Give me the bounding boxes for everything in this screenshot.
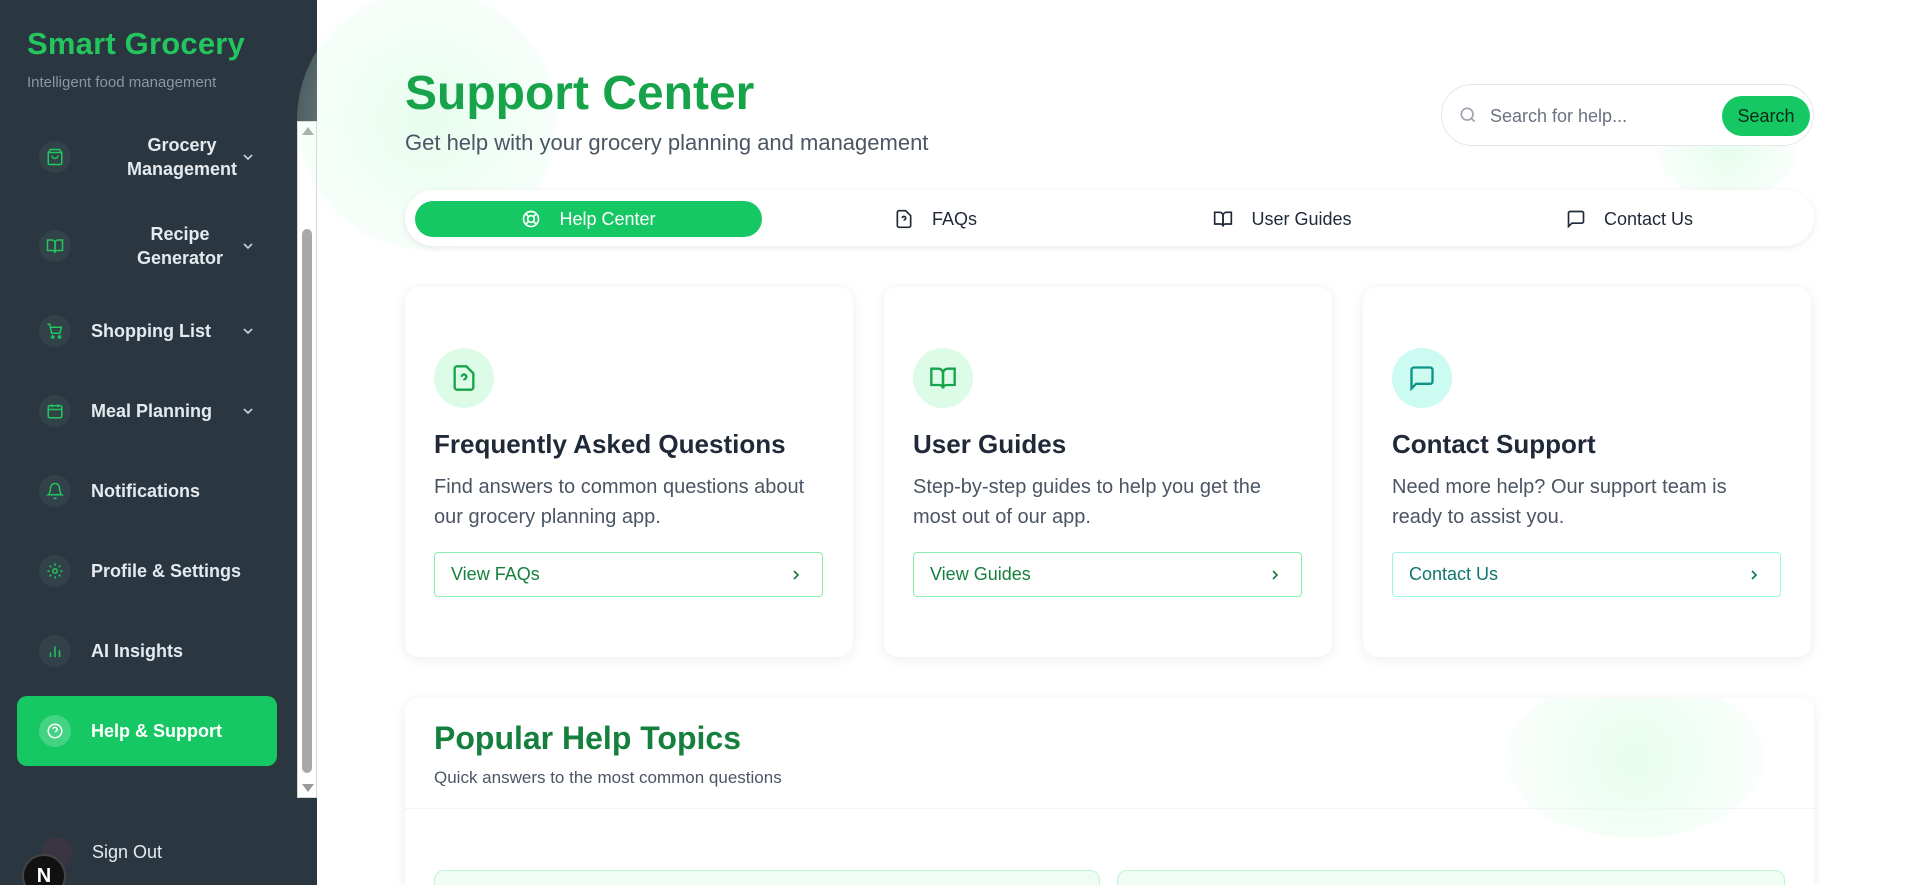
tab-label: Contact Us [1603, 208, 1694, 229]
sidebar-item-notifications[interactable]: Notifications [17, 456, 277, 526]
card-user-guides: User Guides Step-by-step guides to help … [884, 287, 1332, 657]
popular-help-topics: Popular Help Topics Quick answers to the… [405, 698, 1814, 885]
tab-label: Help Center [559, 208, 656, 229]
chevron-right-icon [788, 567, 804, 588]
page-subtitle: Get help with your grocery planning and … [405, 130, 929, 155]
main-content: Support Center Get help with your grocer… [297, 0, 1912, 885]
chevron-down-icon [240, 149, 256, 170]
sidebar-item-label: Help & Support [91, 721, 222, 741]
view-faqs-button[interactable]: View FAQs [434, 552, 823, 597]
chevron-down-icon [240, 403, 256, 424]
bell-icon [39, 475, 71, 507]
background-glow [1505, 698, 1765, 838]
sidebar-item-label: Shopping List [91, 321, 211, 341]
scroll-down-arrow-icon[interactable] [302, 784, 314, 792]
sidebar: Smart Grocery Intelligent food managemen… [0, 0, 317, 885]
tab-faqs[interactable]: FAQs [762, 201, 1109, 237]
sidebar-item-label: Grocery Management [126, 135, 238, 179]
sidebar-item-label: Meal Planning [91, 401, 213, 421]
help-circle-icon [39, 715, 71, 747]
sidebar-item-label: AI Insights [91, 641, 184, 661]
divider [405, 808, 1814, 809]
gear-icon [39, 555, 71, 587]
sidebar-item-profile-settings[interactable]: Profile & Settings [17, 536, 277, 606]
sidebar-item-grocery-management[interactable]: Grocery Management [17, 122, 277, 192]
scrollbar-thumb[interactable] [302, 229, 312, 773]
search-button[interactable]: Search [1722, 96, 1810, 136]
card-title: Contact Support [1392, 429, 1596, 459]
chevron-right-icon [1746, 567, 1762, 588]
shopping-bag-icon [39, 141, 71, 173]
brand-subtitle: Intelligent food management [27, 74, 217, 91]
sidebar-item-recipe-generator[interactable]: Recipe Generator [17, 211, 277, 281]
sidebar-item-label: Notifications [91, 481, 201, 501]
card-title: Frequently Asked Questions [434, 429, 786, 459]
button-label: View FAQs [451, 564, 540, 584]
card-description: Find answers to common questions about o… [434, 476, 805, 528]
lifebuoy-icon [523, 210, 540, 228]
chevron-right-icon [1267, 567, 1283, 588]
file-question-icon [434, 348, 494, 408]
sidebar-item-label: Profile & Settings [91, 561, 242, 581]
tab-label: User Guides [1251, 208, 1352, 229]
sidebar-nav: Grocery Management Recipe Generator Shop… [0, 121, 317, 798]
topic-card[interactable] [434, 870, 1100, 885]
book-open-icon [39, 230, 71, 262]
section-subtitle: Quick answers to the most common questio… [434, 768, 782, 787]
topic-card[interactable] [1117, 870, 1785, 885]
button-label: Contact Us [1409, 564, 1499, 584]
file-question-icon [896, 209, 912, 229]
sidebar-item-shopping-list[interactable]: Shopping List [17, 296, 277, 366]
book-open-icon [1214, 211, 1233, 227]
search-bar: Search [1441, 84, 1814, 146]
tab-contact-us[interactable]: Contact Us [1456, 201, 1803, 237]
sidebar-item-help-support[interactable]: Help & Support [17, 696, 277, 766]
card-contact-support: Contact Support Need more help? Our supp… [1363, 287, 1811, 657]
chevron-down-icon [240, 238, 256, 259]
cart-icon [39, 315, 71, 347]
chevron-down-icon [240, 323, 256, 344]
bar-chart-icon [39, 635, 71, 667]
tab-help-center[interactable]: Help Center [415, 201, 762, 237]
sidebar-scrollbar[interactable] [297, 121, 317, 798]
card-faqs: Frequently Asked Questions Find answers … [405, 287, 853, 657]
sidebar-item-meal-planning[interactable]: Meal Planning [17, 376, 277, 446]
card-title: User Guides [913, 429, 1067, 459]
card-description: Need more help? Our support team is read… [1392, 476, 1727, 528]
sign-out-button[interactable]: Sign Out [92, 842, 162, 863]
brand-title: Smart Grocery [27, 26, 245, 61]
button-label: View Guides [930, 564, 1031, 584]
brand: Smart Grocery Intelligent food managemen… [27, 26, 245, 91]
tab-user-guides[interactable]: User Guides [1109, 201, 1456, 237]
card-description: Step-by-step guides to help you get the … [913, 476, 1262, 528]
section-title: Popular Help Topics [434, 720, 741, 756]
sidebar-item-ai-insights[interactable]: AI Insights [17, 616, 277, 686]
calendar-icon [39, 395, 71, 427]
view-guides-button[interactable]: View Guides [913, 552, 1302, 597]
search-icon [1458, 105, 1478, 130]
tab-label: FAQs [931, 208, 977, 229]
sidebar-item-label: Recipe Generator [136, 224, 224, 268]
book-open-icon [913, 348, 973, 408]
message-square-icon [1567, 210, 1585, 229]
page-title: Support Center [405, 67, 755, 120]
contact-us-button[interactable]: Contact Us [1392, 552, 1781, 597]
search-input[interactable] [1490, 99, 1710, 133]
support-tabs: Help Center FAQs User Guides Contact Us [405, 190, 1814, 246]
message-square-icon [1392, 348, 1452, 408]
